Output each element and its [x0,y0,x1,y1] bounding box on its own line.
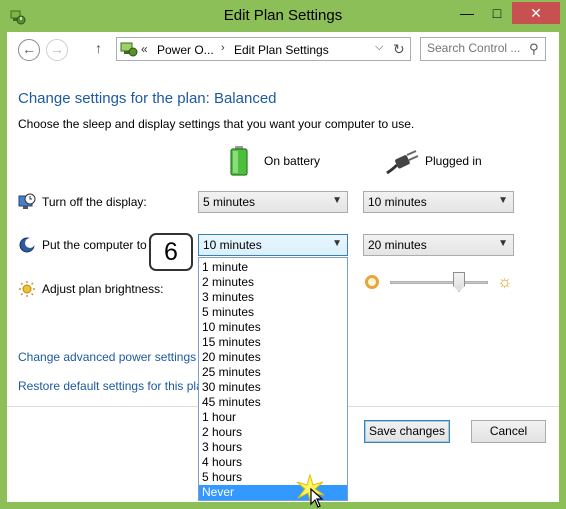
page-description: Choose the sleep and display settings th… [18,117,415,131]
dropdown-option[interactable]: 2 minutes [199,275,347,290]
dropdown-option[interactable]: 45 minutes [199,395,347,410]
sleep-on-battery-value: 10 minutes [203,238,262,252]
dropdown-option[interactable]: 3 hours [199,440,347,455]
adjust-brightness-label: Adjust plan brightness: [42,282,164,296]
refresh-icon[interactable]: ↻ [393,41,405,58]
sleep-on-battery-select[interactable]: 10 minutes ▼ [198,234,348,256]
dropdown-option[interactable]: 2 hours [199,425,347,440]
dropdown-option[interactable]: 1 hour [199,410,347,425]
search-input[interactable] [427,41,523,55]
back-button[interactable]: ← [18,39,40,61]
breadcrumb-edit-plan-settings[interactable]: Edit Plan Settings [234,43,329,57]
address-overflow-chevron[interactable]: « [141,42,148,56]
battery-icon [230,146,248,176]
dropdown-option[interactable]: 4 hours [199,455,347,470]
display-on-battery-select[interactable]: 5 minutes ▼ [198,191,348,213]
dropdown-option[interactable]: 25 minutes [199,365,347,380]
step-number-badge: 6 [149,233,193,271]
mouse-cursor-icon [310,488,324,508]
page-heading: Change settings for the plan: Balanced [18,90,277,107]
brightness-slider-thumb[interactable] [453,272,465,292]
dropdown-option[interactable]: 20 minutes [199,350,347,365]
dim-brightness-icon [365,275,379,289]
put-computer-to-sleep-label: Put the computer to [42,238,147,252]
maximize-button[interactable]: □ [482,2,512,24]
chevron-down-icon: ▼ [332,238,342,249]
window-client-area: ← → ↑ « Power O... › Edit Plan Settings … [7,32,559,508]
turn-off-display-label: Turn off the display: [42,195,147,209]
sleep-timeout-dropdown-list: 1 minute 2 minutes 3 minutes 5 minutes 1… [198,257,348,501]
up-button[interactable]: ↑ [95,40,102,56]
minimize-button[interactable]: — [452,2,482,24]
forward-button[interactable]: → [46,39,68,61]
chevron-down-icon: ▼ [332,195,342,206]
close-button[interactable]: ✕ [512,2,560,24]
power-plug-icon [386,150,419,175]
display-plugged-in-select[interactable]: 10 minutes ▼ [363,191,514,213]
on-battery-label: On battery [264,154,321,168]
cancel-button[interactable]: Cancel [471,420,546,443]
search-icon[interactable]: ⚲ [529,41,539,57]
search-box[interactable]: ⚲ [420,37,546,61]
sleep-plugged-in-value: 20 minutes [368,238,427,252]
breadcrumb-power-options[interactable]: Power O... [157,43,214,57]
display-on-battery-value: 5 minutes [203,195,256,209]
dropdown-option[interactable]: 15 minutes [199,335,347,350]
brightness-sun-icon [19,281,35,297]
display-timer-icon [18,193,36,209]
address-bar[interactable]: « Power O... › Edit Plan Settings ⌵ ↻ [116,37,411,61]
dropdown-option[interactable]: 1 minute [199,260,347,275]
edit-plan-settings-window: Edit Plan Settings — □ ✕ ← → ↑ « Power O… [0,0,566,509]
chevron-down-icon: ▼ [498,195,508,206]
dropdown-option[interactable]: 10 minutes [199,320,347,335]
control-panel-icon [120,42,138,57]
bright-brightness-icon: ☼ [497,272,513,291]
brightness-slider-track[interactable] [390,281,488,284]
display-plugged-in-value: 10 minutes [368,195,427,209]
navigation-bar: ← → ↑ « Power O... › Edit Plan Settings … [7,32,559,68]
sleep-plugged-in-select[interactable]: 20 minutes ▼ [363,234,514,256]
dropdown-option[interactable]: 3 minutes [199,290,347,305]
plugged-in-label: Plugged in [425,154,482,168]
restore-default-settings-link[interactable]: Restore default settings for this pla [18,379,203,393]
dropdown-option[interactable]: 5 minutes [199,305,347,320]
address-dropdown-icon[interactable]: ⌵ [375,41,383,54]
sleep-moon-icon [19,237,35,253]
change-advanced-power-settings-link[interactable]: Change advanced power settings [18,350,196,364]
dropdown-option[interactable]: 30 minutes [199,380,347,395]
chevron-down-icon: ▼ [498,238,508,249]
save-changes-button[interactable]: Save changes [364,420,450,443]
breadcrumb-separator-icon[interactable]: › [221,42,225,54]
title-bar: Edit Plan Settings — □ ✕ [0,0,566,32]
